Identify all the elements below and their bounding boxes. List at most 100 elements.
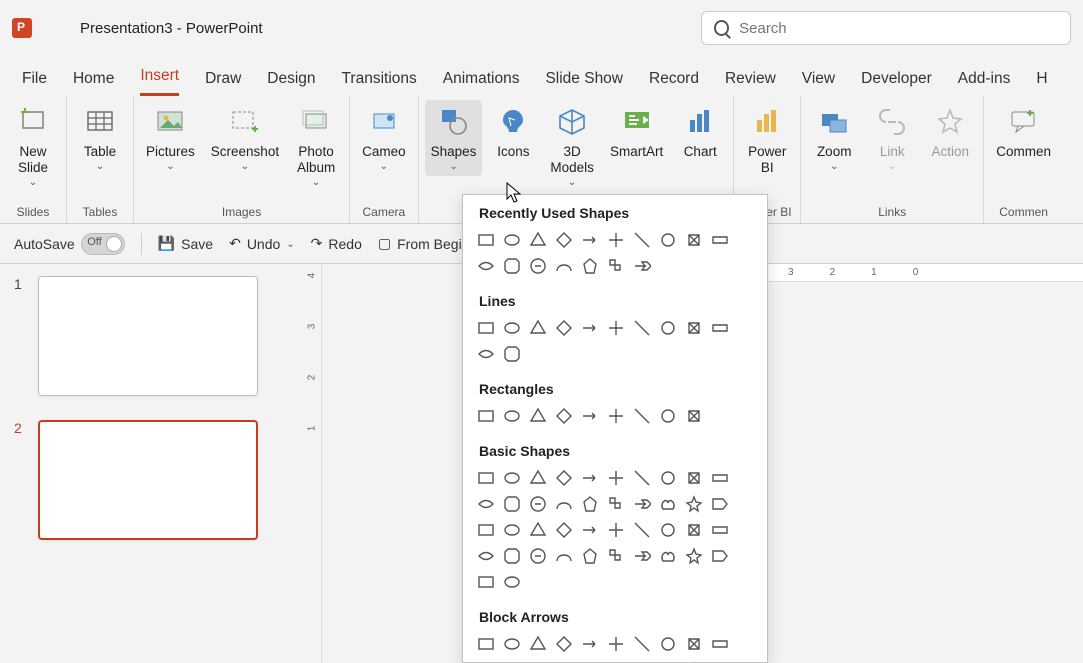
zoom-button[interactable]: Zoom ⌄ <box>807 100 861 176</box>
shape-option[interactable] <box>553 633 575 655</box>
shape-option[interactable] <box>579 229 601 251</box>
shape-option[interactable] <box>553 545 575 567</box>
shape-option[interactable] <box>501 571 523 593</box>
shapes-button[interactable]: Shapes ⌄ <box>425 100 483 176</box>
shape-option[interactable] <box>553 519 575 541</box>
tab-insert[interactable]: Insert <box>140 67 179 96</box>
shape-option[interactable] <box>631 229 653 251</box>
shape-option[interactable] <box>605 659 627 663</box>
shape-option[interactable] <box>579 255 601 277</box>
shape-option[interactable] <box>475 571 497 593</box>
cameo-button[interactable]: Cameo ⌄ <box>356 100 412 176</box>
shape-option[interactable] <box>501 467 523 489</box>
smartart-button[interactable]: SmartArt <box>604 100 669 164</box>
shape-option[interactable] <box>605 545 627 567</box>
tab-developer[interactable]: Developer <box>861 70 932 96</box>
shape-option[interactable] <box>657 317 679 339</box>
shape-option[interactable] <box>657 229 679 251</box>
shape-option[interactable] <box>527 405 549 427</box>
tab-draw[interactable]: Draw <box>205 70 241 96</box>
shape-option[interactable] <box>709 229 731 251</box>
shape-option[interactable] <box>683 659 705 663</box>
redo-button[interactable]: ↷ Redo <box>311 235 362 252</box>
shape-option[interactable] <box>553 255 575 277</box>
shape-option[interactable] <box>501 229 523 251</box>
shape-option[interactable] <box>527 229 549 251</box>
shape-option[interactable] <box>527 519 549 541</box>
chart-button[interactable]: Chart <box>673 100 727 164</box>
shape-option[interactable] <box>527 493 549 515</box>
shape-option[interactable] <box>475 405 497 427</box>
tab-file[interactable]: File <box>22 70 47 96</box>
slide-thumb[interactable] <box>38 420 258 540</box>
shape-option[interactable] <box>475 255 497 277</box>
tab-record[interactable]: Record <box>649 70 699 96</box>
shape-option[interactable] <box>579 633 601 655</box>
table-button[interactable]: Table ⌄ <box>73 100 127 176</box>
shape-option[interactable] <box>631 659 653 663</box>
link-button[interactable]: Link ⌄ <box>865 100 919 176</box>
shape-option[interactable] <box>709 317 731 339</box>
shape-option[interactable] <box>605 493 627 515</box>
icons-button[interactable]: Icons <box>486 100 540 164</box>
tab-transitions[interactable]: Transitions <box>342 70 417 96</box>
save-button[interactable]: 💾 Save <box>158 235 213 252</box>
shape-option[interactable] <box>527 467 549 489</box>
shape-option[interactable] <box>631 405 653 427</box>
shape-option[interactable] <box>605 255 627 277</box>
shape-option[interactable] <box>605 633 627 655</box>
tab-addins[interactable]: Add-ins <box>958 70 1011 96</box>
shape-option[interactable] <box>605 405 627 427</box>
shape-option[interactable] <box>709 545 731 567</box>
shape-option[interactable] <box>501 659 523 663</box>
shape-option[interactable] <box>631 545 653 567</box>
shape-option[interactable] <box>709 633 731 655</box>
shape-option[interactable] <box>683 317 705 339</box>
shape-option[interactable] <box>527 255 549 277</box>
shape-option[interactable] <box>631 633 653 655</box>
shape-option[interactable] <box>657 519 679 541</box>
autosave-toggle[interactable]: AutoSave Off <box>14 233 125 255</box>
shape-option[interactable] <box>657 405 679 427</box>
shape-option[interactable] <box>475 633 497 655</box>
tab-view[interactable]: View <box>802 70 835 96</box>
powerbi-button[interactable]: Power BI <box>740 100 794 180</box>
shape-option[interactable] <box>709 519 731 541</box>
shape-option[interactable] <box>657 493 679 515</box>
shape-option[interactable] <box>631 467 653 489</box>
action-button[interactable]: Action <box>923 100 977 164</box>
shape-option[interactable] <box>527 317 549 339</box>
search-input[interactable] <box>739 20 1058 37</box>
shape-option[interactable] <box>657 659 679 663</box>
slide-thumbnail-1[interactable]: 1 <box>14 276 274 396</box>
shape-option[interactable] <box>553 229 575 251</box>
shape-option[interactable] <box>501 493 523 515</box>
shape-option[interactable] <box>553 493 575 515</box>
photo-album-button[interactable]: Photo Album ⌄ <box>289 100 343 192</box>
shape-option[interactable] <box>683 633 705 655</box>
shape-option[interactable] <box>579 405 601 427</box>
shape-option[interactable] <box>631 519 653 541</box>
shape-option[interactable] <box>683 519 705 541</box>
shape-option[interactable] <box>501 545 523 567</box>
shape-option[interactable] <box>683 229 705 251</box>
screenshot-button[interactable]: Screenshot ⌄ <box>205 100 285 176</box>
shape-option[interactable] <box>683 405 705 427</box>
shape-option[interactable] <box>527 545 549 567</box>
shape-option[interactable] <box>475 519 497 541</box>
shape-option[interactable] <box>501 343 523 365</box>
tab-home[interactable]: Home <box>73 70 114 96</box>
3d-models-button[interactable]: 3D Models ⌄ <box>544 100 600 192</box>
shape-option[interactable] <box>475 545 497 567</box>
slide-thumbnail-2[interactable]: 2 <box>14 420 274 540</box>
shape-option[interactable] <box>579 467 601 489</box>
shape-option[interactable] <box>709 659 731 663</box>
search-box[interactable] <box>701 11 1071 45</box>
shape-option[interactable] <box>527 633 549 655</box>
shape-option[interactable] <box>501 405 523 427</box>
shape-option[interactable] <box>475 467 497 489</box>
shape-option[interactable] <box>657 545 679 567</box>
comment-button[interactable]: Commen <box>990 100 1057 164</box>
shape-option[interactable] <box>605 229 627 251</box>
shape-option[interactable] <box>605 317 627 339</box>
